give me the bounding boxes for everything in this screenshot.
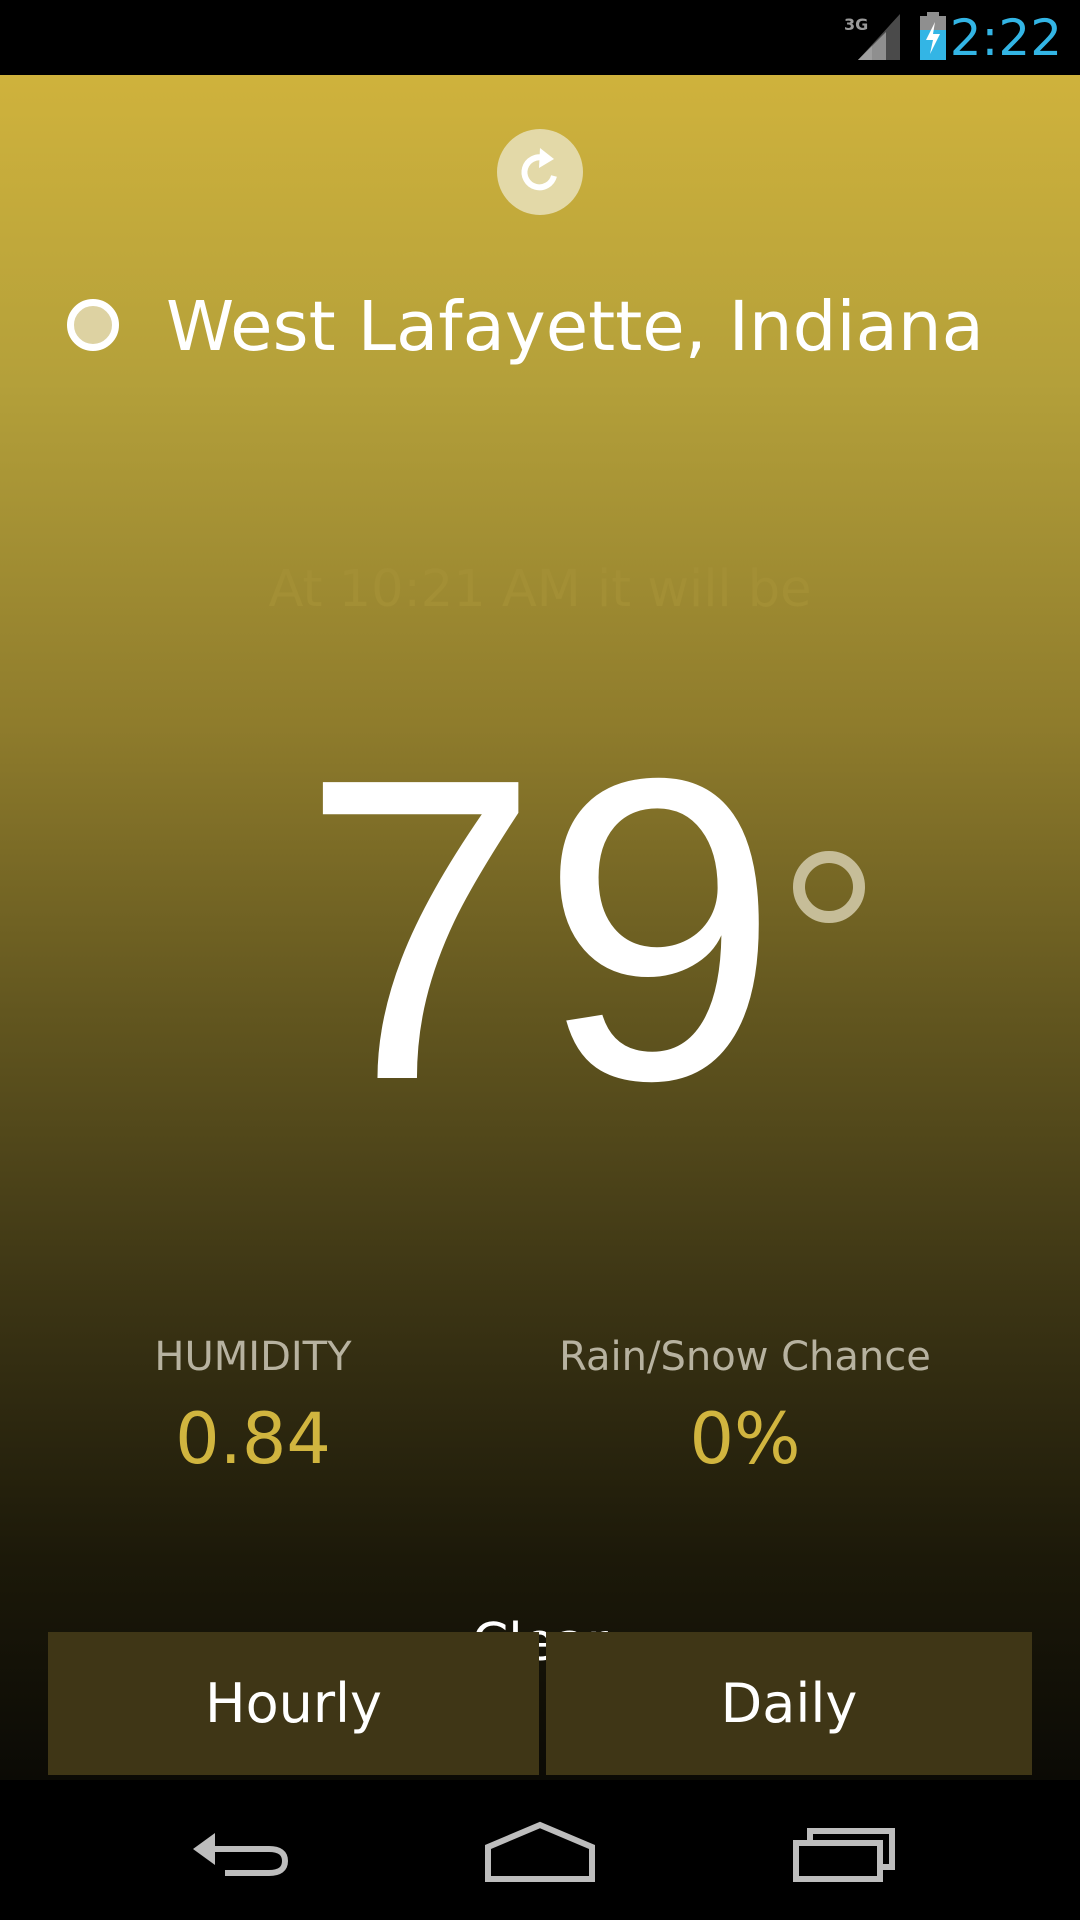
nav-bar [0, 1780, 1080, 1920]
daily-button[interactable]: Daily [546, 1632, 1032, 1775]
precip-chance-value: 0% [689, 1398, 801, 1480]
status-time: 2:22 [949, 9, 1062, 67]
location-radio[interactable] [67, 299, 119, 351]
refresh-button[interactable] [497, 129, 583, 215]
humidity-label: HUMIDITY [154, 1334, 352, 1380]
back-icon [193, 1833, 289, 1876]
recents-button[interactable] [783, 1810, 903, 1890]
weather-screen: West Lafayette, Indiana At 10:21 AM it w… [0, 75, 1080, 1780]
recents-icon [793, 1828, 895, 1882]
battery-charging-icon [920, 12, 946, 60]
forecast-time-text: At 10:21 AM it will be [268, 560, 812, 619]
humidity-value: 0.84 [175, 1398, 331, 1480]
back-button[interactable] [180, 1810, 300, 1890]
precip-chance-label: Rain/Snow Chance [559, 1334, 931, 1380]
temperature-value: 79 [300, 690, 780, 1170]
signal-3g-icon: 3G [844, 14, 900, 60]
home-icon [485, 1821, 595, 1882]
degree-icon [793, 851, 865, 923]
svg-text:3G: 3G [844, 15, 868, 34]
home-button[interactable] [480, 1810, 600, 1890]
hourly-button[interactable]: Hourly [48, 1632, 539, 1775]
status-bar: 3G 2:22 [0, 0, 1080, 75]
location-name[interactable]: West Lafayette, Indiana [166, 285, 984, 369]
screen: 3G 2:22 West Lafayette, Indiana At 10:21… [0, 0, 1080, 1920]
refresh-icon [521, 148, 557, 191]
